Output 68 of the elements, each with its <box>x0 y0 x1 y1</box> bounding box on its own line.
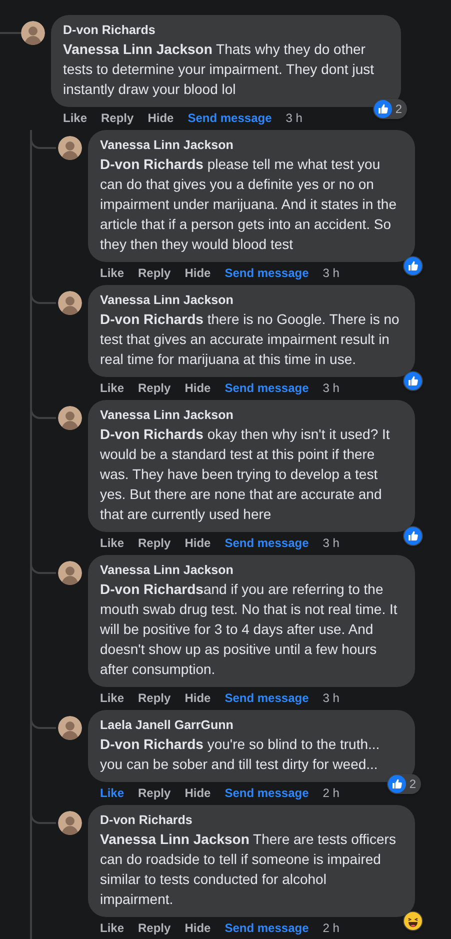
author-name[interactable]: Vanessa Linn Jackson <box>100 562 403 579</box>
action-link[interactable]: Hide <box>148 109 174 127</box>
timestamp[interactable]: 3 h <box>286 109 302 127</box>
avatar <box>58 716 82 740</box>
send-message-link[interactable]: Send message <box>224 264 309 282</box>
action-link[interactable]: Hide <box>184 264 211 282</box>
action-link[interactable]: Reply <box>138 379 171 397</box>
action-link[interactable]: Hide <box>184 689 211 707</box>
action-link[interactable]: Reply <box>138 264 171 282</box>
avatar <box>21 21 45 45</box>
author-name[interactable]: Vanessa Linn Jackson <box>100 407 403 424</box>
timestamp[interactable]: 3 h <box>322 379 340 397</box>
action-link[interactable]: Hide <box>184 919 211 937</box>
reaction-badge[interactable]: 2 <box>387 774 421 794</box>
like-icon <box>374 100 392 118</box>
timestamp[interactable]: 3 h <box>322 264 340 282</box>
comment-text: D-von Richardsand if you are referring to the mouth swab drug test. No that is not real time. It will be positive for 3 to 4 days after use. And doesn't show up as positive until a few hours after consumption. <box>100 580 398 679</box>
send-message-link[interactable]: Send message <box>224 689 309 707</box>
like-icon <box>404 527 422 545</box>
like-link[interactable]: Like <box>63 109 88 127</box>
timestamp[interactable]: 2 h <box>322 919 340 937</box>
like-link[interactable]: Like <box>100 264 124 282</box>
avatar <box>58 291 82 315</box>
send-message-link[interactable]: Send message <box>224 534 309 552</box>
author-name[interactable]: D-von Richards <box>100 812 403 829</box>
like-link[interactable]: Like <box>100 534 124 552</box>
like-link[interactable]: Like <box>100 784 124 802</box>
avatar <box>58 561 82 585</box>
action-link[interactable]: Reply <box>138 784 171 802</box>
like-link[interactable]: Like <box>100 689 124 707</box>
like-icon <box>388 775 406 793</box>
send-message-link[interactable]: Send message <box>224 919 309 937</box>
like-link[interactable]: Like <box>100 919 124 937</box>
timestamp[interactable]: 2 h <box>322 784 340 802</box>
comment-text: D-von Richards you're so blind to the truth... you can be sober and till test dirty for weed... <box>100 735 381 774</box>
reaction-badge[interactable]: 2 <box>373 99 407 119</box>
like-link[interactable]: Like <box>100 379 124 397</box>
action-link[interactable]: Hide <box>184 784 211 802</box>
avatar <box>58 136 82 160</box>
action-link[interactable]: Reply <box>138 919 171 937</box>
action-link[interactable]: Reply <box>101 109 134 127</box>
reaction-badge[interactable] <box>403 371 423 391</box>
send-message-link[interactable]: Send message <box>224 379 309 397</box>
send-message-link[interactable]: Send message <box>224 784 309 802</box>
author-name[interactable]: Vanessa Linn Jackson <box>100 137 403 154</box>
action-link[interactable]: Reply <box>138 534 171 552</box>
action-link[interactable]: Hide <box>184 534 211 552</box>
author-name[interactable]: Laela Janell GarrGunn <box>100 717 403 734</box>
reaction-badge[interactable] <box>403 526 423 546</box>
avatar <box>58 811 82 835</box>
action-link[interactable]: Reply <box>138 689 171 707</box>
reaction-badge[interactable] <box>403 911 423 931</box>
laughing-emoji-icon <box>404 912 422 930</box>
send-message-link[interactable]: Send message <box>188 109 272 127</box>
action-link[interactable]: Hide <box>184 379 211 397</box>
like-icon <box>404 257 422 275</box>
timestamp[interactable]: 3 h <box>322 689 340 707</box>
comment-text: D-von Richards please tell me what test you can do that gives you a definite yes or no on impairment under marijuana. And it states in the article that if a person gets into an accident. So they then they would blood test <box>100 155 398 254</box>
avatar <box>58 406 82 430</box>
author-name[interactable]: D-von Richards <box>63 22 389 39</box>
author-name[interactable]: Vanessa Linn Jackson <box>100 292 403 309</box>
comment-text: Vanessa Linn Jackson Thats why they do other tests to determine your impairment. They dont just instantly draw your blood lol <box>63 40 375 99</box>
comment-text: Vanessa Linn Jackson There are tests officers can do roadside to tell if someone is impaired similar to tests conducted for alcohol impairment. <box>100 830 397 909</box>
timestamp[interactable]: 3 h <box>322 534 340 552</box>
comment-text: D-von Richards okay then why isn't it used? It would be a standard test at this point if there was. They have been trying to develop a test yes. But there are none that are accurate and that are currently used here <box>100 425 391 524</box>
reaction-badge[interactable] <box>403 256 423 276</box>
like-icon <box>404 372 422 390</box>
comment-text: D-von Richards there is no Google. There is no test that gives an accurate impairment result in real time for marijuana at this time in use. <box>100 310 400 369</box>
